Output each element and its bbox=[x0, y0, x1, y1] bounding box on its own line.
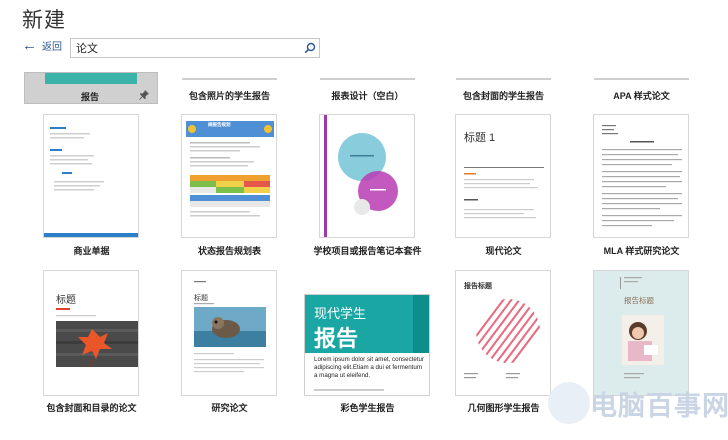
template-tile-student-photo[interactable]: 包含照片的学生报告 bbox=[162, 72, 297, 104]
template-tile-student-cover[interactable]: 包含封面的学生报告 bbox=[436, 72, 571, 104]
template-label: 包含照片的学生报告 bbox=[188, 91, 270, 101]
template-tile-cover-toc-paper[interactable]: 标题 包含封面和目录的论文 bbox=[24, 270, 159, 415]
back-arrow-icon: ← bbox=[22, 36, 37, 54]
new-document-page: 新建 ← 返回 报告 包含照片的学生报告 报表设计（空白） 包含封面的学生报告 … bbox=[0, 0, 728, 440]
template-thumb-modern-paper: 标题 1 bbox=[455, 114, 551, 238]
template-label: 包含封面的学生报告 bbox=[462, 91, 544, 101]
template-label: 报告 bbox=[80, 92, 99, 102]
template-label: 商业单据 bbox=[73, 246, 110, 256]
template-tile-school-notebook[interactable]: 学校项目或报告笔记本套件 bbox=[300, 114, 435, 256]
thumb-banner-edge bbox=[413, 295, 429, 353]
template-tile-research-paper[interactable]: 标题 研究论文 bbox=[162, 270, 297, 415]
watermark-logo-icon bbox=[548, 382, 590, 424]
thumb-heading: 报告标题 bbox=[624, 296, 654, 305]
template-thumb-edge bbox=[594, 78, 689, 80]
template-label: 包含封面和目录的论文 bbox=[46, 403, 137, 413]
thumb-line2: 报告 bbox=[314, 326, 359, 351]
template-label: APA 样式论文 bbox=[613, 91, 670, 101]
template-label: 研究论文 bbox=[211, 403, 248, 413]
thumb-footer-line bbox=[314, 389, 384, 391]
search-box bbox=[70, 38, 320, 58]
template-thumb-status-plan: 阀报告规划 bbox=[181, 114, 277, 238]
template-label: 现代论文 bbox=[485, 246, 522, 256]
pin-icon[interactable] bbox=[139, 90, 149, 103]
search-icon[interactable] bbox=[301, 39, 319, 57]
template-thumb-geometric-report: 报告标题 bbox=[455, 270, 551, 396]
template-thumb-edge bbox=[320, 78, 415, 80]
thumb-line1: 现代学生 bbox=[314, 306, 367, 321]
search-input[interactable] bbox=[71, 39, 301, 57]
template-thumb-edge bbox=[456, 78, 551, 80]
thumb-heading: 标题 1 bbox=[464, 132, 496, 144]
template-thumb-mla bbox=[593, 114, 689, 238]
back-button[interactable]: ← 返回 bbox=[22, 36, 62, 54]
template-thumb-business bbox=[43, 114, 139, 238]
thumb-deco-line bbox=[620, 277, 621, 289]
watermark-text: 电脑百事网 bbox=[590, 391, 728, 421]
template-tile-report[interactable]: 报告 bbox=[24, 72, 158, 104]
template-thumb-cover-toc-paper: 标题 bbox=[43, 270, 139, 396]
template-tile-status-plan[interactable]: 阀报告规划 状态报告规划表 bbox=[162, 114, 297, 256]
template-thumb-research-paper: 标题 bbox=[181, 270, 277, 396]
back-label: 返回 bbox=[42, 42, 62, 53]
thumb-heading: 标题 bbox=[56, 295, 76, 306]
template-tile-modern-paper[interactable]: 标题 1 现代论文 bbox=[436, 114, 571, 256]
page-title: 新建 bbox=[22, 9, 66, 32]
template-thumb-report-title: 报告标题 bbox=[593, 270, 689, 396]
template-tile-report-design[interactable]: 报表设计（空白） bbox=[300, 72, 435, 104]
thumb-body-text: Lorem ipsum dolor sit amet, consectetur … bbox=[314, 356, 425, 379]
template-label: 报表设计（空白） bbox=[331, 91, 404, 101]
thumb-heading: 报告标题 bbox=[464, 283, 492, 290]
template-label: MLA 样式研究论文 bbox=[603, 246, 680, 256]
template-label: 彩色学生报告 bbox=[340, 403, 395, 413]
template-tile-mla[interactable]: MLA 样式研究论文 bbox=[574, 114, 709, 256]
template-tile-color-student-report[interactable]: 现代学生 报告 Lorem ipsum dolor sit amet, cons… bbox=[300, 270, 435, 415]
template-thumb-school-notebook bbox=[319, 114, 415, 238]
template-tile-apa[interactable]: APA 样式论文 bbox=[574, 72, 709, 104]
thumb-heading: 标题 bbox=[194, 295, 208, 302]
template-thumb-report bbox=[45, 73, 137, 84]
thumb-banner-text: 阀报告规划 bbox=[208, 122, 231, 127]
template-label: 学校项目或报告笔记本套件 bbox=[313, 246, 422, 256]
template-thumb-color-student-report: 现代学生 报告 Lorem ipsum dolor sit amet, cons… bbox=[304, 294, 430, 396]
template-label: 状态报告规划表 bbox=[197, 246, 261, 256]
template-tile-business[interactable]: 商业单据 bbox=[24, 114, 159, 256]
template-thumb-edge bbox=[182, 78, 277, 80]
site-watermark: 电脑百事网 bbox=[548, 380, 728, 438]
